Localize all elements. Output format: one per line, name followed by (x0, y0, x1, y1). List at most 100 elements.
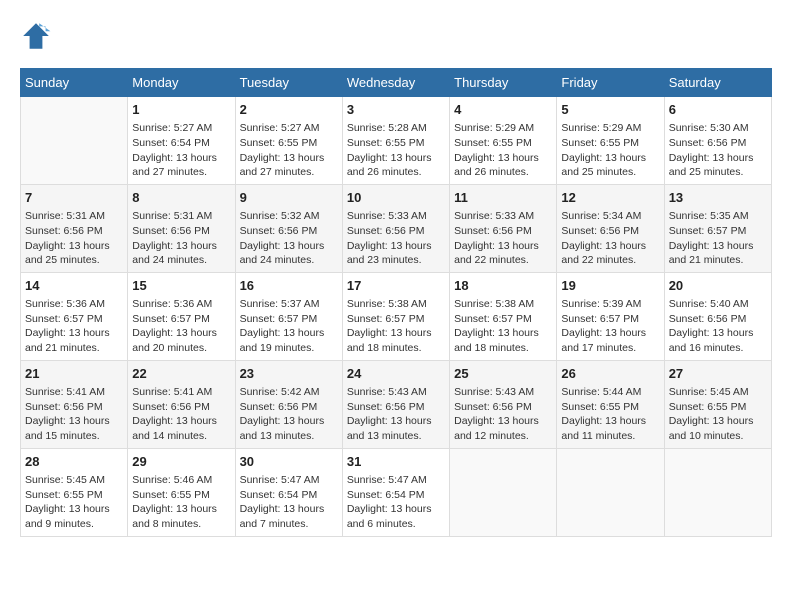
week-row-4: 21Sunrise: 5:41 AMSunset: 6:56 PMDayligh… (21, 360, 772, 448)
cell-content: Sunrise: 5:45 AM (669, 385, 767, 400)
calendar-cell: 22Sunrise: 5:41 AMSunset: 6:56 PMDayligh… (128, 360, 235, 448)
cell-content: and 10 minutes. (669, 429, 767, 444)
cell-content: Sunset: 6:56 PM (561, 224, 659, 239)
cell-content: Sunrise: 5:47 AM (240, 473, 338, 488)
cell-content: Daylight: 13 hours (132, 414, 230, 429)
calendar-cell: 2Sunrise: 5:27 AMSunset: 6:55 PMDaylight… (235, 97, 342, 185)
cell-content: Sunset: 6:57 PM (347, 312, 445, 327)
day-number: 1 (132, 101, 230, 119)
cell-content: and 11 minutes. (561, 429, 659, 444)
day-of-week-sunday: Sunday (21, 69, 128, 97)
cell-content: Sunset: 6:55 PM (132, 488, 230, 503)
calendar-cell: 18Sunrise: 5:38 AMSunset: 6:57 PMDayligh… (450, 272, 557, 360)
cell-content: Sunrise: 5:42 AM (240, 385, 338, 400)
day-number: 18 (454, 277, 552, 295)
cell-content: Sunset: 6:54 PM (132, 136, 230, 151)
calendar-cell: 1Sunrise: 5:27 AMSunset: 6:54 PMDaylight… (128, 97, 235, 185)
cell-content: Daylight: 13 hours (454, 151, 552, 166)
day-number: 22 (132, 365, 230, 383)
cell-content: Daylight: 13 hours (240, 151, 338, 166)
calendar-cell: 29Sunrise: 5:46 AMSunset: 6:55 PMDayligh… (128, 448, 235, 536)
cell-content: and 17 minutes. (561, 341, 659, 356)
cell-content: Sunrise: 5:30 AM (669, 121, 767, 136)
calendar-cell: 19Sunrise: 5:39 AMSunset: 6:57 PMDayligh… (557, 272, 664, 360)
cell-content: and 8 minutes. (132, 517, 230, 532)
calendar-table: SundayMondayTuesdayWednesdayThursdayFrid… (20, 68, 772, 537)
day-number: 8 (132, 189, 230, 207)
cell-content: and 6 minutes. (347, 517, 445, 532)
day-number: 23 (240, 365, 338, 383)
day-number: 9 (240, 189, 338, 207)
cell-content: Daylight: 13 hours (132, 151, 230, 166)
cell-content: Sunrise: 5:41 AM (132, 385, 230, 400)
calendar-cell: 8Sunrise: 5:31 AMSunset: 6:56 PMDaylight… (128, 184, 235, 272)
day-number: 27 (669, 365, 767, 383)
week-row-3: 14Sunrise: 5:36 AMSunset: 6:57 PMDayligh… (21, 272, 772, 360)
calendar-cell: 10Sunrise: 5:33 AMSunset: 6:56 PMDayligh… (342, 184, 449, 272)
week-row-5: 28Sunrise: 5:45 AMSunset: 6:55 PMDayligh… (21, 448, 772, 536)
cell-content: Daylight: 13 hours (561, 239, 659, 254)
cell-content: Sunset: 6:54 PM (347, 488, 445, 503)
day-of-week-thursday: Thursday (450, 69, 557, 97)
cell-content: Daylight: 13 hours (25, 326, 123, 341)
cell-content: and 26 minutes. (347, 165, 445, 180)
calendar-cell: 16Sunrise: 5:37 AMSunset: 6:57 PMDayligh… (235, 272, 342, 360)
calendar-cell: 23Sunrise: 5:42 AMSunset: 6:56 PMDayligh… (235, 360, 342, 448)
day-number: 5 (561, 101, 659, 119)
cell-content: Daylight: 13 hours (25, 502, 123, 517)
cell-content: Sunrise: 5:34 AM (561, 209, 659, 224)
cell-content: Daylight: 13 hours (669, 151, 767, 166)
cell-content: and 24 minutes. (240, 253, 338, 268)
day-number: 20 (669, 277, 767, 295)
calendar-cell: 13Sunrise: 5:35 AMSunset: 6:57 PMDayligh… (664, 184, 771, 272)
cell-content: Daylight: 13 hours (25, 414, 123, 429)
cell-content: Daylight: 13 hours (240, 326, 338, 341)
day-number: 29 (132, 453, 230, 471)
cell-content: Sunrise: 5:28 AM (347, 121, 445, 136)
calendar-cell: 14Sunrise: 5:36 AMSunset: 6:57 PMDayligh… (21, 272, 128, 360)
cell-content: Sunset: 6:57 PM (25, 312, 123, 327)
cell-content: Daylight: 13 hours (347, 326, 445, 341)
calendar-cell: 28Sunrise: 5:45 AMSunset: 6:55 PMDayligh… (21, 448, 128, 536)
cell-content: and 12 minutes. (454, 429, 552, 444)
day-number: 13 (669, 189, 767, 207)
cell-content: and 16 minutes. (669, 341, 767, 356)
cell-content: Sunset: 6:56 PM (454, 400, 552, 415)
calendar-cell: 11Sunrise: 5:33 AMSunset: 6:56 PMDayligh… (450, 184, 557, 272)
day-of-week-wednesday: Wednesday (342, 69, 449, 97)
cell-content: Sunrise: 5:35 AM (669, 209, 767, 224)
cell-content: Sunset: 6:57 PM (454, 312, 552, 327)
calendar-cell (664, 448, 771, 536)
cell-content: and 27 minutes. (240, 165, 338, 180)
cell-content: Sunset: 6:56 PM (347, 224, 445, 239)
cell-content: Sunrise: 5:29 AM (454, 121, 552, 136)
cell-content: and 20 minutes. (132, 341, 230, 356)
cell-content: Daylight: 13 hours (347, 414, 445, 429)
day-number: 12 (561, 189, 659, 207)
cell-content: and 7 minutes. (240, 517, 338, 532)
day-number: 6 (669, 101, 767, 119)
cell-content: Daylight: 13 hours (240, 414, 338, 429)
calendar-cell: 6Sunrise: 5:30 AMSunset: 6:56 PMDaylight… (664, 97, 771, 185)
cell-content: Sunset: 6:57 PM (132, 312, 230, 327)
cell-content: Sunset: 6:55 PM (454, 136, 552, 151)
cell-content: Sunset: 6:57 PM (561, 312, 659, 327)
cell-content: Daylight: 13 hours (25, 239, 123, 254)
day-number: 17 (347, 277, 445, 295)
cell-content: Daylight: 13 hours (240, 502, 338, 517)
cell-content: Sunset: 6:57 PM (240, 312, 338, 327)
cell-content: Daylight: 13 hours (561, 151, 659, 166)
cell-content: Sunrise: 5:36 AM (25, 297, 123, 312)
cell-content: Sunrise: 5:44 AM (561, 385, 659, 400)
cell-content: Sunrise: 5:38 AM (347, 297, 445, 312)
cell-content: and 13 minutes. (240, 429, 338, 444)
cell-content: and 25 minutes. (25, 253, 123, 268)
cell-content: and 26 minutes. (454, 165, 552, 180)
calendar-cell: 15Sunrise: 5:36 AMSunset: 6:57 PMDayligh… (128, 272, 235, 360)
cell-content: and 18 minutes. (347, 341, 445, 356)
cell-content: Sunrise: 5:47 AM (347, 473, 445, 488)
cell-content: Daylight: 13 hours (132, 239, 230, 254)
cell-content: Sunset: 6:56 PM (240, 224, 338, 239)
calendar-cell (21, 97, 128, 185)
cell-content: and 13 minutes. (347, 429, 445, 444)
